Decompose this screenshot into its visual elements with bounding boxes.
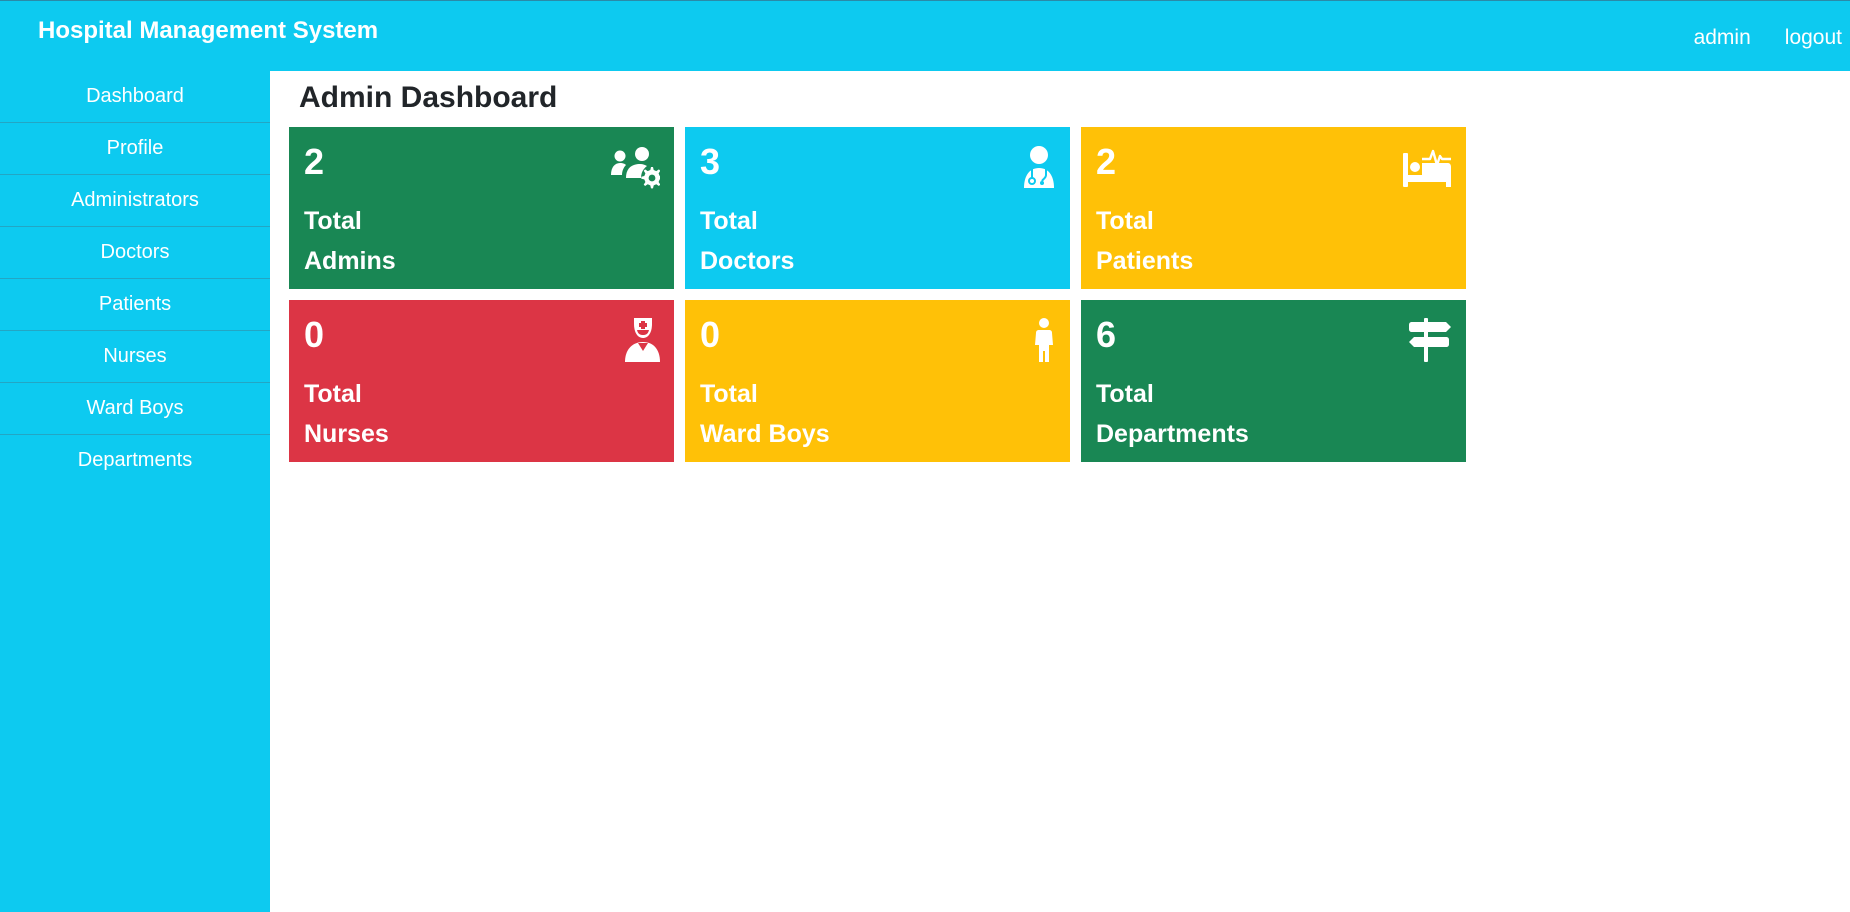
signs-post-icon: [1402, 318, 1452, 362]
card-total-ward-boys: 0 Total Ward Boys: [685, 300, 1070, 462]
user-doctor-icon: [1006, 145, 1056, 189]
main-content: Admin Dashboard 2 Total Admins 3 Total D…: [270, 71, 1850, 912]
admin-link[interactable]: admin: [1694, 26, 1751, 50]
card-total-nurses: 0 Total Nurses: [289, 300, 674, 462]
sidebar-item-profile[interactable]: Profile: [0, 123, 270, 175]
card-total-departments: 6 Total Departments: [1081, 300, 1466, 462]
sidebar-item-doctors[interactable]: Doctors: [0, 227, 270, 279]
card-label-name: Nurses: [304, 420, 389, 448]
card-count: 2: [304, 141, 325, 182]
sidebar-item-patients[interactable]: Patients: [0, 279, 270, 331]
card-count: 3: [700, 141, 721, 182]
sidebar: Dashboard Profile Administrators Doctors…: [0, 71, 270, 912]
card-label-total: Total: [700, 380, 758, 408]
card-label-name: Departments: [1096, 420, 1249, 448]
brand-link[interactable]: Hospital Management System: [38, 17, 378, 45]
card-count: 0: [304, 314, 325, 355]
sidebar-item-administrators[interactable]: Administrators: [0, 175, 270, 227]
card-count: 2: [1096, 141, 1117, 182]
sidebar-item-nurses[interactable]: Nurses: [0, 331, 270, 383]
card-label-total: Total: [304, 207, 362, 235]
user-nurse-icon: [610, 318, 660, 362]
card-label-total: Total: [304, 380, 362, 408]
card-count: 6: [1096, 314, 1117, 355]
card-total-patients: 2 Total Patients: [1081, 127, 1466, 289]
top-navbar: Hospital Management System admin logout: [0, 0, 1850, 71]
child-icon: [1006, 318, 1056, 362]
logout-link[interactable]: logout: [1785, 26, 1842, 50]
card-label-name: Patients: [1096, 247, 1194, 275]
sidebar-item-dashboard[interactable]: Dashboard: [0, 71, 270, 123]
card-label-name: Doctors: [700, 247, 795, 275]
card-label-total: Total: [1096, 207, 1154, 235]
card-label-name: Admins: [304, 247, 396, 275]
card-total-admins: 2 Total Admins: [289, 127, 674, 289]
card-label-name: Ward Boys: [700, 420, 830, 448]
page-title: Admin Dashboard: [299, 81, 558, 114]
card-count: 0: [700, 314, 721, 355]
sidebar-item-ward-boys[interactable]: Ward Boys: [0, 383, 270, 435]
card-label-total: Total: [1096, 380, 1154, 408]
users-gear-icon: [610, 145, 660, 189]
sidebar-item-departments[interactable]: Departments: [0, 435, 270, 486]
bed-pulse-icon: [1402, 145, 1452, 189]
navbar-right-links: admin logout: [1694, 26, 1842, 50]
card-total-doctors: 3 Total Doctors: [685, 127, 1070, 289]
card-label-total: Total: [700, 207, 758, 235]
